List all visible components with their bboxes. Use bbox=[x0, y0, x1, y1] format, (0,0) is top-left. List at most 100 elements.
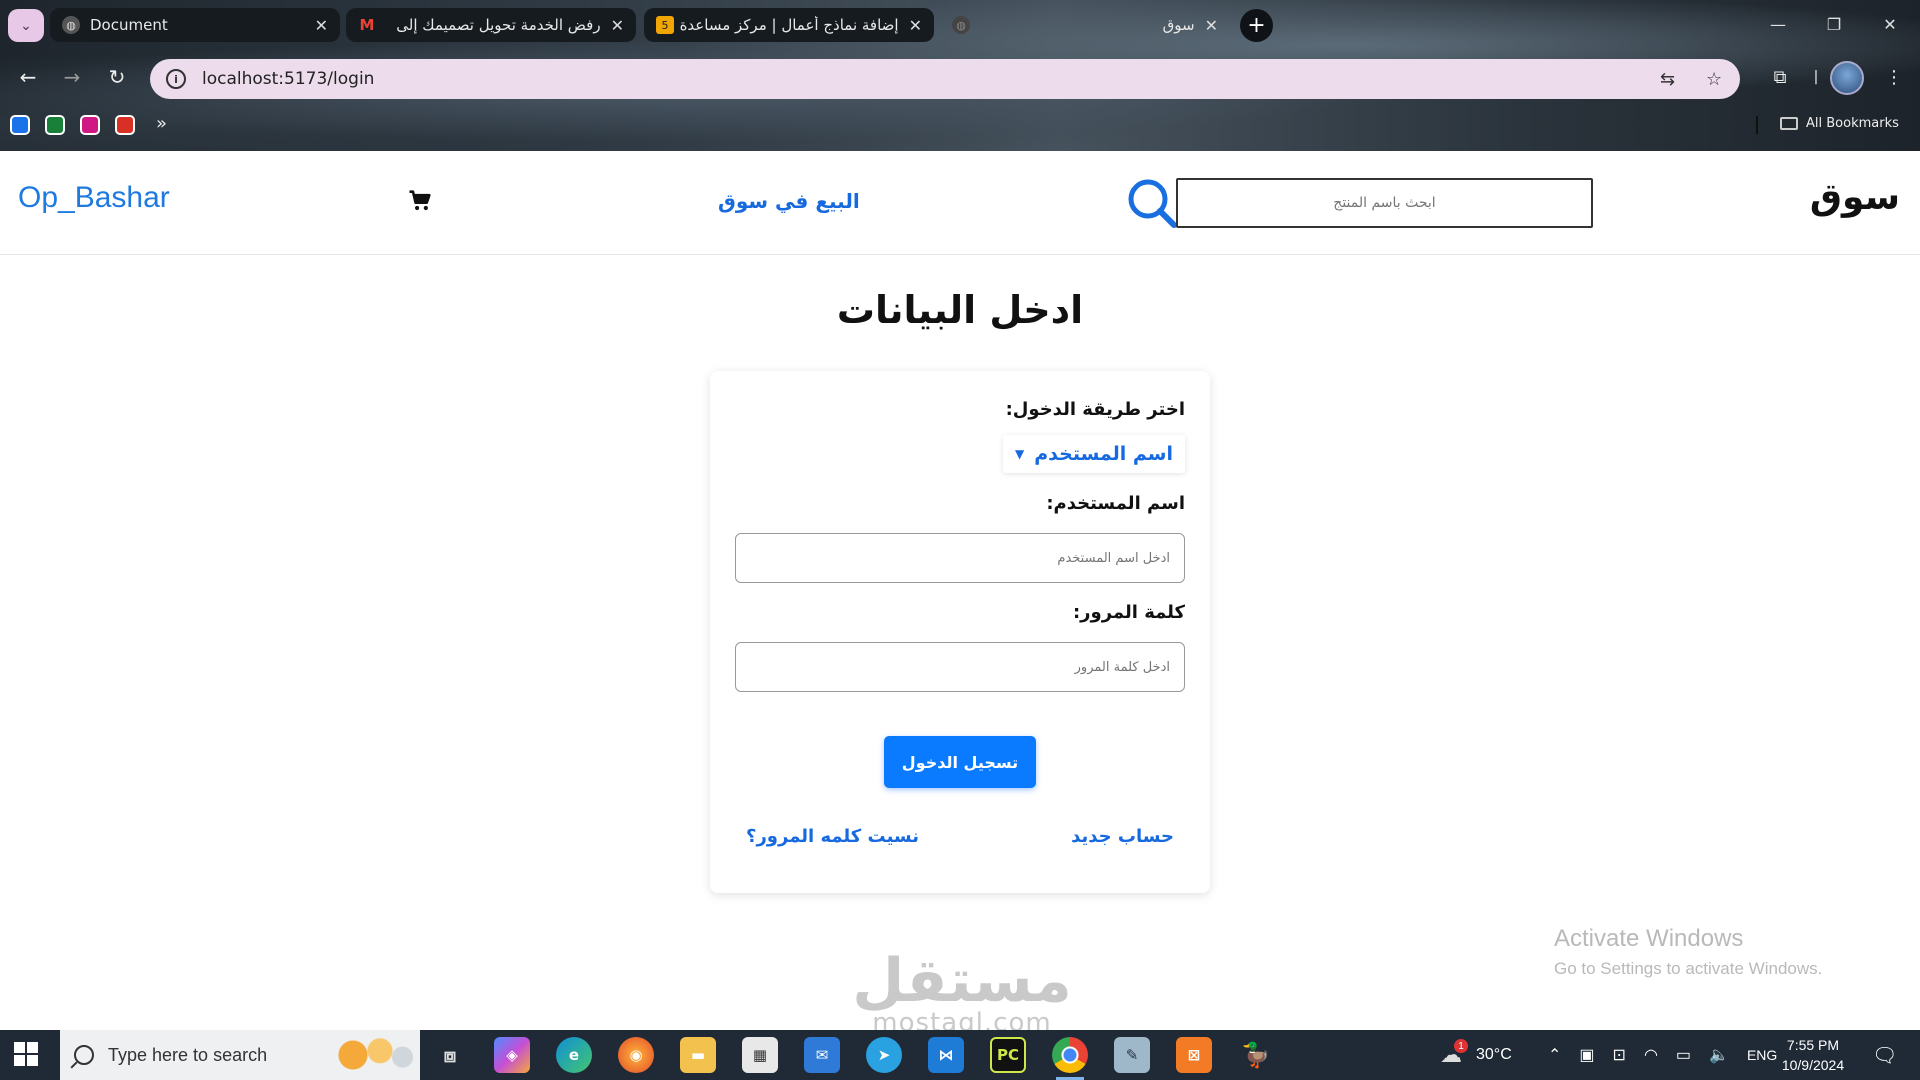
profile-avatar[interactable] bbox=[1830, 61, 1864, 95]
close-icon[interactable]: ✕ bbox=[1205, 16, 1218, 35]
notifications-icon[interactable]: 🗨 bbox=[1872, 1030, 1897, 1080]
tab-gmail[interactable]: M رفض الخدمة تحويل تصميمك إلى ✕ bbox=[346, 8, 636, 42]
bookmark-blue-icon[interactable] bbox=[10, 115, 30, 135]
activate-windows-title: Activate Windows bbox=[1554, 925, 1744, 952]
extensions-icon[interactable]: ⧉ bbox=[1764, 61, 1796, 93]
xampp-icon[interactable]: ⊠ bbox=[1176, 1037, 1212, 1073]
tab-mostaql[interactable]: 5 إضافة نماذج أعمال | مركز مساعدة ✕ bbox=[644, 8, 934, 42]
username-label: اسم المستخدم: bbox=[1046, 493, 1185, 514]
pycharm-icon[interactable]: PC bbox=[990, 1037, 1026, 1073]
url-text[interactable]: localhost:5173/login bbox=[202, 69, 374, 89]
cart-icon[interactable] bbox=[406, 187, 434, 215]
bookmark-star-icon[interactable]: ☆ bbox=[1706, 59, 1722, 99]
globe-icon: ◍ bbox=[62, 16, 80, 34]
meet-icon[interactable]: ▣ bbox=[1579, 1045, 1594, 1065]
close-icon[interactable]: ✕ bbox=[611, 16, 624, 35]
copilot-icon[interactable]: ◈ bbox=[494, 1037, 530, 1073]
microsoft-store-icon[interactable]: ▦ bbox=[742, 1037, 778, 1073]
translate-icon[interactable]: ⇆ bbox=[1660, 59, 1675, 99]
notepad-icon[interactable]: ✎ bbox=[1114, 1037, 1150, 1073]
globe-icon: ◍ bbox=[952, 16, 970, 34]
site-header: Op_Bashar البيع في سوق سوق bbox=[0, 151, 1920, 255]
plus-icon: + bbox=[1247, 13, 1266, 38]
divider-icon: | bbox=[1813, 69, 1819, 85]
menu-icon[interactable]: ⋮ bbox=[1878, 61, 1910, 93]
weather-widget[interactable]: ☁ 1 30°C bbox=[1440, 1030, 1512, 1080]
wifi-icon[interactable]: ◠ bbox=[1644, 1045, 1658, 1065]
temperature-text: 30°C bbox=[1476, 1046, 1512, 1063]
edge-icon[interactable]: e bbox=[556, 1037, 592, 1073]
mostaql-icon: 5 bbox=[656, 16, 674, 34]
minimize-icon: — bbox=[1770, 14, 1786, 34]
address-bar[interactable]: i localhost:5173/login ⇆ ☆ bbox=[150, 59, 1740, 99]
firefox-icon[interactable]: ◉ bbox=[618, 1037, 654, 1073]
new-account-link[interactable]: حساب جديد bbox=[1071, 826, 1174, 847]
all-bookmarks-label: All Bookmarks bbox=[1806, 116, 1899, 131]
antivirus-icon[interactable]: ⊡ bbox=[1613, 1045, 1626, 1065]
login-method-label: اختر طريقة الدخول: bbox=[1005, 399, 1185, 420]
login-button[interactable]: تسجيل الدخول bbox=[884, 736, 1036, 788]
password-field[interactable] bbox=[735, 642, 1185, 692]
bookmark-pink-icon[interactable] bbox=[80, 115, 100, 135]
gmail-icon: M bbox=[359, 16, 375, 34]
page-title: ادخل البيانات bbox=[836, 288, 1084, 332]
minimize-button[interactable]: — bbox=[1750, 0, 1806, 48]
weather-badge: 1 bbox=[1454, 1039, 1468, 1053]
reload-button[interactable]: ↻ bbox=[101, 61, 133, 93]
login-card: اختر طريقة الدخول: اسم المستخدم ▼ اسم ال… bbox=[710, 371, 1210, 893]
watermark-arabic: مستقل bbox=[852, 946, 1072, 1016]
username-field[interactable] bbox=[735, 533, 1185, 583]
user-brand-link[interactable]: Op_Bashar bbox=[18, 181, 170, 215]
task-view-icon[interactable]: ⧈ bbox=[432, 1037, 468, 1073]
close-icon[interactable]: ✕ bbox=[315, 16, 328, 35]
windows-start-icon[interactable] bbox=[14, 1042, 38, 1066]
tab-strip: ⌄ ◍ Document ✕ M رفض الخدمة تحويل تصميمك… bbox=[0, 0, 1920, 50]
double-chevron-icon[interactable]: » bbox=[156, 113, 167, 134]
system-tray: ⌃ ▣ ⊡ ◠ ▭ 🔈 ENG bbox=[1548, 1030, 1777, 1080]
close-icon[interactable]: ✕ bbox=[909, 16, 922, 35]
search-highlight-icon[interactable] bbox=[326, 1034, 416, 1076]
product-search-input[interactable] bbox=[1176, 178, 1593, 228]
tab-document[interactable]: ◍ Document ✕ bbox=[50, 8, 340, 42]
mostaql-watermark: مستقل mostaql.com bbox=[842, 946, 1082, 1036]
browser-toolbar: ← → ↻ i localhost:5173/login ⇆ ☆ ⧉ | ⋮ bbox=[0, 53, 1920, 103]
chevron-up-icon[interactable]: ⌃ bbox=[1548, 1045, 1561, 1065]
restore-button[interactable]: ❐ bbox=[1806, 0, 1862, 48]
cyberduck-icon[interactable]: 🦆 bbox=[1238, 1037, 1274, 1073]
close-window-button[interactable]: ✕ bbox=[1862, 0, 1918, 48]
forgot-password-link[interactable]: نسيت كلمه المرور؟ bbox=[746, 826, 919, 847]
new-tab-button[interactable]: + bbox=[1240, 9, 1273, 42]
clock-time: 7:55 PM bbox=[1786, 1037, 1840, 1053]
chrome-icon[interactable] bbox=[1052, 1037, 1088, 1080]
bookmark-green-icon[interactable] bbox=[45, 115, 65, 135]
reload-icon: ↻ bbox=[108, 65, 126, 89]
sell-on-souq-link[interactable]: البيع في سوق bbox=[718, 189, 860, 213]
tab-title: إضافة نماذج أعمال | مركز مساعدة bbox=[679, 16, 899, 34]
site-info-icon[interactable]: i bbox=[166, 69, 186, 89]
login-method-select[interactable]: اسم المستخدم ▼ bbox=[1002, 435, 1185, 473]
activate-windows-subtitle: Go to Settings to activate Windows. bbox=[1554, 959, 1823, 978]
mail-icon[interactable]: ✉ bbox=[804, 1037, 840, 1073]
battery-icon[interactable]: ▭ bbox=[1676, 1045, 1691, 1065]
clock[interactable]: 7:55 PM 10/9/2024 bbox=[1768, 1035, 1858, 1075]
search-icon bbox=[74, 1045, 94, 1065]
arrow-left-icon: ← bbox=[19, 65, 37, 89]
all-bookmarks-button[interactable]: All Bookmarks bbox=[1780, 116, 1899, 131]
volume-icon[interactable]: 🔈 bbox=[1709, 1045, 1729, 1065]
taskbar-search-placeholder: Type here to search bbox=[108, 1044, 268, 1065]
bookmark-red-icon[interactable] bbox=[115, 115, 135, 135]
forward-button[interactable]: → bbox=[56, 61, 88, 93]
telegram-icon[interactable]: ➤ bbox=[866, 1037, 902, 1073]
folder-icon bbox=[1780, 117, 1798, 130]
tab-title: Document bbox=[90, 16, 168, 34]
search-icon[interactable] bbox=[1124, 175, 1180, 231]
tab-search-button[interactable]: ⌄ bbox=[8, 9, 44, 42]
file-explorer-icon[interactable]: ▬ bbox=[680, 1037, 716, 1073]
tab-souq-active[interactable]: ◍ سوق ✕ bbox=[940, 8, 1230, 42]
vscode-icon[interactable]: ⋈ bbox=[928, 1037, 964, 1073]
close-icon: ✕ bbox=[1883, 14, 1897, 34]
site-logo[interactable]: سوق bbox=[1810, 177, 1900, 218]
back-button[interactable]: ← bbox=[12, 61, 44, 93]
tab-title: سوق bbox=[1162, 16, 1195, 34]
arrow-right-icon: → bbox=[63, 65, 81, 89]
